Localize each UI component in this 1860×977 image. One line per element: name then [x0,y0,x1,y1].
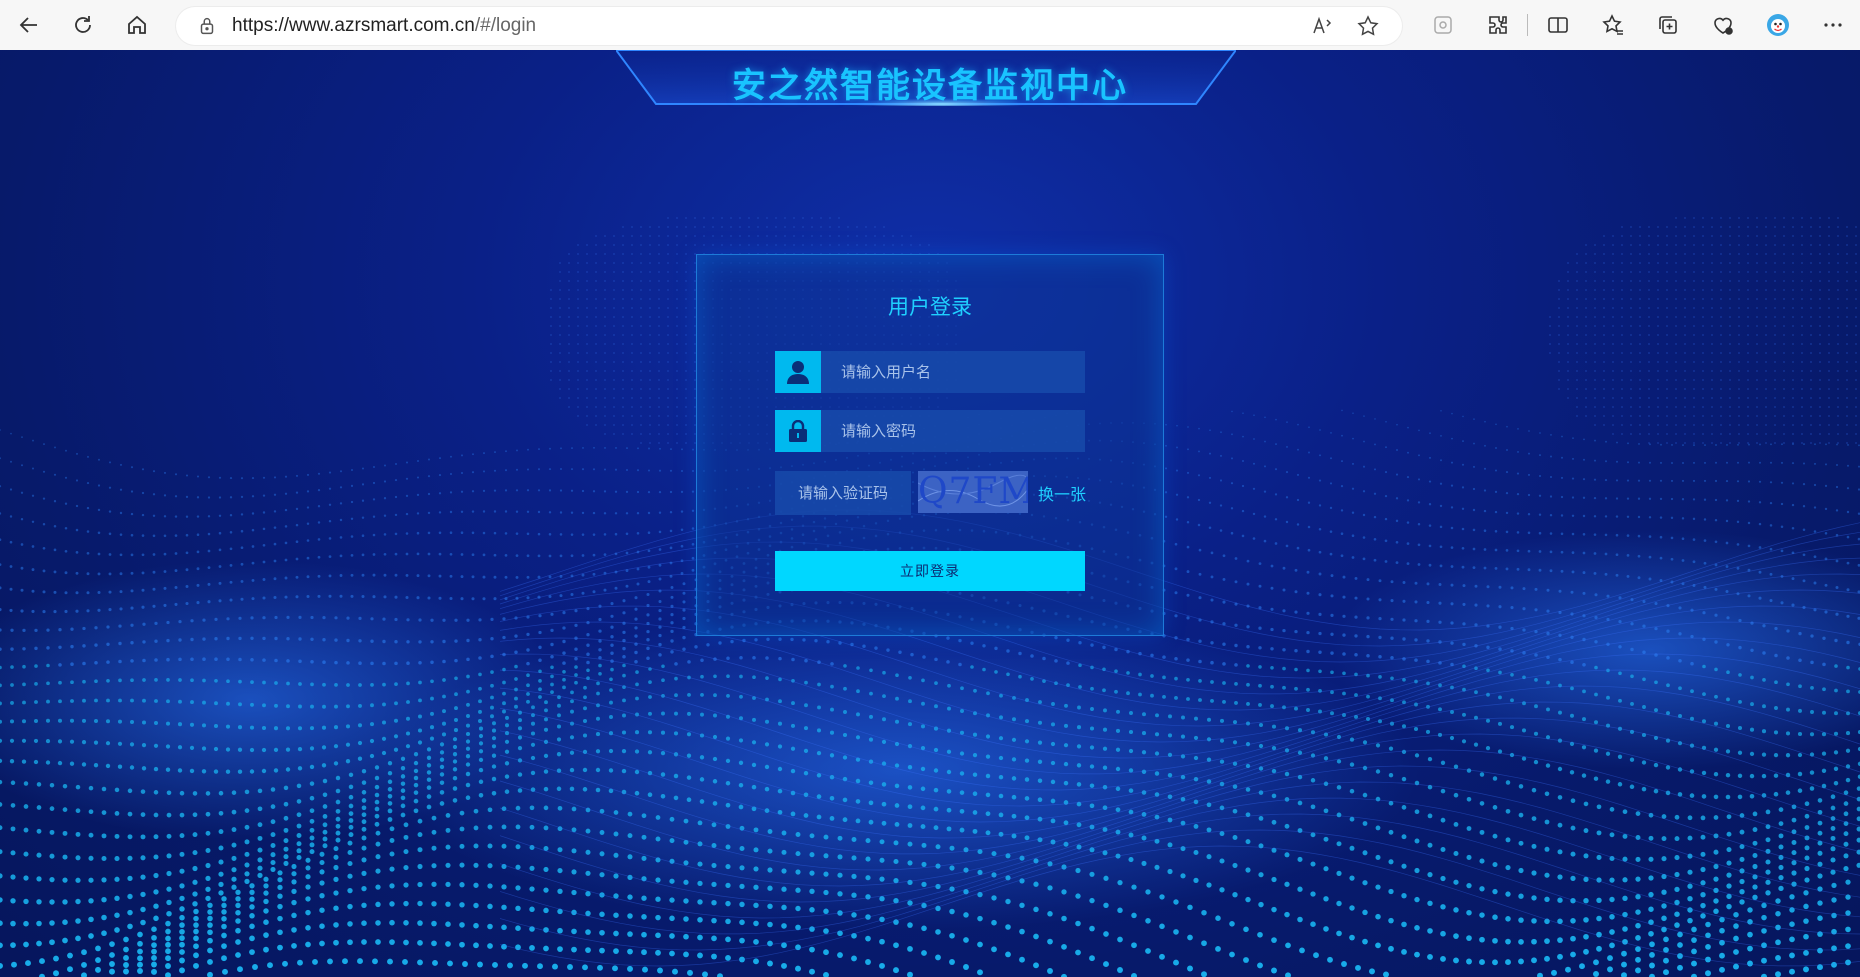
performance-icon [1713,17,1733,35]
collections-icon [1658,16,1677,34]
address-bar[interactable]: https://www.azrsmart.com.cn/#/login [176,7,1402,45]
captcha-input[interactable] [775,471,911,515]
captcha-refresh-link[interactable]: 换一张 [1038,481,1086,505]
password-field [775,410,1085,452]
captcha-code: Q7FM [918,471,1028,512]
password-input[interactable] [821,410,1085,452]
url-path: /#/login [474,15,537,36]
browser-toolbar: https://www.azrsmart.com.cn/#/login [0,0,1860,50]
profile-button[interactable] [1750,0,1805,50]
lock-icon[interactable] [196,15,218,37]
read-aloud-icon[interactable] [1310,14,1334,38]
url-domain: https://www.azrsmart.com.cn [232,15,475,36]
back-button[interactable] [2,0,56,50]
collections-button[interactable] [1640,0,1695,50]
user-icon [775,351,821,393]
more-menu-button[interactable] [1805,0,1860,50]
extensions-icon [1488,16,1507,34]
refresh-button[interactable] [56,0,110,50]
padlock-icon [775,410,821,452]
page-viewport: 安之然智能设备监视中心 用户登录 Q7FM 换一张 立即登录 [0,50,1860,977]
more-menu-icon [1823,23,1842,27]
favorites-button[interactable] [1585,0,1640,50]
back-arrow-icon [19,17,37,33]
favorite-star-icon[interactable] [1356,14,1380,38]
username-field [775,351,1085,393]
page-title: 安之然智能设备监视中心 [732,66,1128,106]
captcha-image[interactable]: Q7FM [918,471,1028,513]
url-text[interactable]: https://www.azrsmart.com.cn/#/login [232,15,1310,37]
refresh-icon [75,16,91,33]
split-screen-button[interactable] [1530,0,1585,50]
performance-button[interactable] [1695,0,1750,50]
split-screen-icon [1547,17,1568,33]
login-panel: 用户登录 Q7FM 换一张 立即登录 [696,254,1164,636]
app-icon [1433,16,1452,34]
login-heading: 用户登录 [888,295,972,319]
home-button[interactable] [110,0,164,50]
home-icon [128,15,146,34]
favorites-icon [1601,14,1623,35]
browser-right-icons [1415,0,1860,50]
app-button[interactable] [1415,0,1470,50]
username-input[interactable] [821,351,1085,393]
toolbar-divider [1527,14,1528,36]
login-submit-button[interactable]: 立即登录 [775,551,1085,591]
extensions-button[interactable] [1470,0,1525,50]
profile-avatar-icon [1766,14,1789,36]
